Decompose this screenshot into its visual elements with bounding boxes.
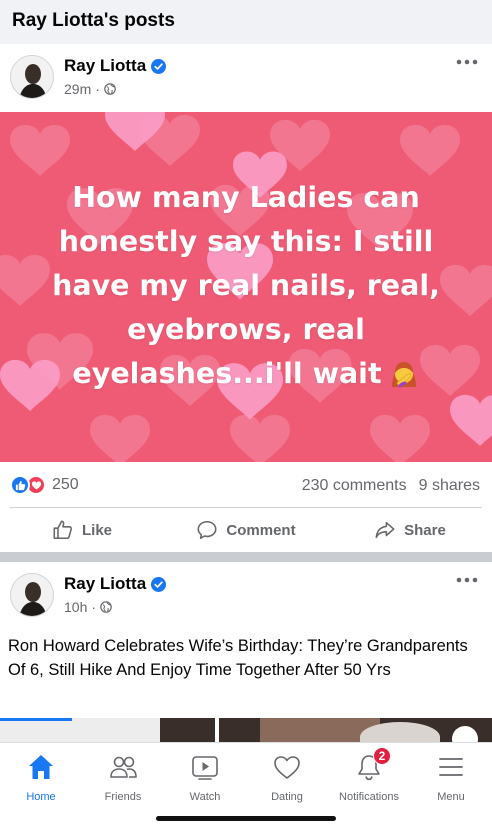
avatar[interactable] (10, 573, 54, 617)
page-title: Ray Liotta's posts (12, 10, 175, 31)
post-time[interactable]: 10h (64, 599, 87, 615)
share-label: Share (404, 521, 446, 539)
image-text: How many Ladies can honestly say this: I… (0, 176, 492, 396)
verified-badge-icon (151, 576, 167, 592)
image-text-line: eyebrows, real (127, 313, 365, 346)
tab-label: Notifications (339, 791, 399, 803)
image-text-line: have my real nails, real, (52, 269, 440, 302)
watch-icon (192, 756, 218, 780)
tab-label: Friends (104, 791, 142, 803)
facepalm-emoji-icon (391, 362, 416, 388)
image-text-line: eyelashes...i'll wait (72, 357, 382, 390)
comment-button[interactable]: Comment (164, 508, 328, 552)
meta-dot: · (91, 599, 97, 615)
friends-icon (110, 756, 137, 778)
image-region (0, 718, 160, 742)
menu-icon (439, 758, 463, 776)
feed-separator (0, 552, 492, 562)
post-image[interactable]: How many Ladies can honestly say this: I… (0, 112, 492, 462)
share-button[interactable]: Share (328, 508, 492, 552)
more-icon (456, 577, 478, 583)
tab-dating[interactable]: Dating (246, 743, 328, 807)
verified-badge-icon (151, 58, 167, 74)
image-overlay-button[interactable] (452, 726, 478, 742)
reaction-summary[interactable]: 250 (10, 475, 79, 495)
loading-bar (0, 718, 72, 721)
notification-badge: 2 (373, 747, 391, 765)
reaction-count: 250 (52, 476, 79, 493)
meta-dot: · (95, 81, 100, 97)
globe-icon (100, 601, 112, 613)
avatar[interactable] (10, 55, 54, 99)
author-name[interactable]: Ray Liotta (64, 56, 146, 76)
like-reaction-icon (10, 475, 30, 495)
page-header: Ray Liotta's posts (0, 0, 492, 44)
post-meta: 29m · (64, 81, 116, 97)
comment-label: Comment (226, 521, 296, 539)
shares-count-link[interactable]: 9 shares (419, 477, 480, 495)
tab-home[interactable]: Home (0, 743, 82, 807)
like-label: Like (81, 521, 112, 539)
bottom-tab-bar: Home Friends Watch Dating 2 Notification… (0, 742, 492, 807)
image-text-line: How many Ladies can (72, 181, 420, 214)
tab-menu[interactable]: Menu (410, 743, 492, 807)
tab-label: Menu (437, 791, 465, 803)
post-card: Ray Liotta 29m · How many Ladies can hon… (0, 44, 492, 552)
more-options-button[interactable] (452, 570, 482, 590)
post-text: Ron Howard Celebrates Wife’s Birthday: T… (8, 637, 468, 679)
comments-count-link[interactable]: 230 comments (302, 477, 407, 495)
comment-icon (197, 520, 217, 540)
home-icon (29, 755, 53, 779)
home-indicator-area (0, 807, 492, 827)
post-link-image[interactable] (0, 718, 492, 742)
tab-label: Watch (189, 791, 221, 803)
post-card: Ray Liotta 10h · Ron Howard Celebrates W… (0, 562, 492, 742)
post-time[interactable]: 29m (64, 81, 91, 97)
more-icon (456, 59, 478, 65)
post-header: Ray Liotta 29m · (0, 44, 492, 106)
tab-label: Dating (271, 791, 303, 803)
like-button[interactable]: Like (0, 508, 164, 552)
image-text-line-last: eyelashes...i'll wait (72, 352, 419, 396)
tab-friends[interactable]: Friends (82, 743, 164, 807)
tab-notifications[interactable]: 2 Notifications (328, 743, 410, 807)
dating-icon (274, 756, 300, 779)
author-row: Ray Liotta (64, 574, 167, 594)
post-actions: Like Comment Share (0, 508, 492, 552)
thumbs-up-icon (53, 520, 73, 540)
comments-shares: 230 comments 9 shares (302, 477, 480, 495)
more-options-button[interactable] (452, 52, 482, 72)
share-arrow-icon (375, 521, 395, 539)
image-region (215, 718, 219, 742)
image-region (360, 722, 440, 742)
home-indicator[interactable] (156, 816, 336, 821)
image-text-line: honestly say this: I still (58, 225, 434, 258)
tab-label: Home (26, 791, 56, 803)
post-header: Ray Liotta 10h · (0, 562, 492, 624)
reactions-stats: 250 230 comments 9 shares (0, 462, 492, 506)
globe-icon (104, 83, 116, 95)
post-meta: 10h · (64, 599, 112, 615)
author-row: Ray Liotta (64, 56, 167, 76)
tab-watch[interactable]: Watch (164, 743, 246, 807)
author-name[interactable]: Ray Liotta (64, 574, 146, 594)
